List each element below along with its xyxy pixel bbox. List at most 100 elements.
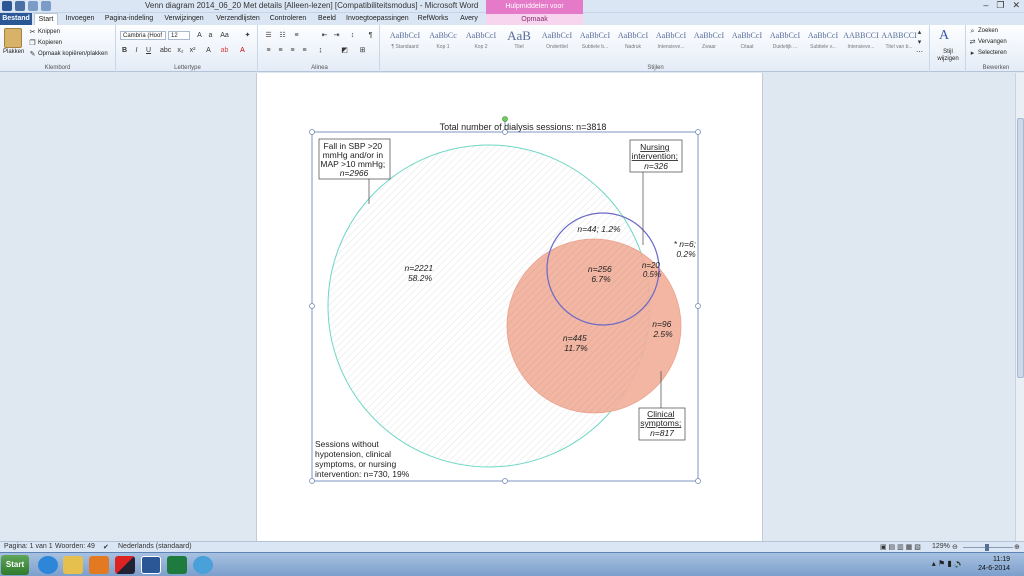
style-item[interactable]: AaB Titel [500,28,538,58]
format-painter-button[interactable]: Opmaak kopiëren/plakken [38,51,108,57]
style-item[interactable]: AaBbCcI Intensieve... [652,28,690,58]
scrollbar-thumb[interactable] [1017,118,1024,378]
text-effects-icon[interactable]: A [204,46,213,55]
redo-icon[interactable] [41,1,51,11]
paste-button[interactable]: Plakken [3,49,24,55]
numbering-icon[interactable]: ☷ [278,31,287,40]
style-item[interactable]: AABBCCI Titel van b... [880,28,918,58]
style-item[interactable]: AaBbCcI Zwaar [690,28,728,58]
replace-button[interactable]: Vervangen [978,39,1007,45]
grow-font-icon[interactable]: A [195,31,204,40]
decrease-indent-icon[interactable]: ⇤ [320,31,329,40]
clear-formatting-icon[interactable]: ✦ [243,31,252,40]
tab-addins[interactable]: Invoegtoepassingen [346,13,409,25]
style-item[interactable]: AaBbCcI Nadruk [614,28,652,58]
bold-icon[interactable]: B [120,46,129,55]
view-buttons[interactable]: ▣ ▤ ▥ ▦ ▧ [880,543,921,551]
style-item[interactable]: AaBbCcI Subtiele b... [576,28,614,58]
style-item[interactable]: AaBbCc Kop 1 [424,28,462,58]
restore-button[interactable]: ❐ [996,0,1004,11]
status-bar: Pagina: 1 van 1 Woorden: 49 ✔ Nederlands… [0,541,1024,552]
tab-refworks[interactable]: RefWorks [415,13,451,25]
gallery-scroll-down-icon[interactable]: ▾ [915,38,924,47]
messenger-icon[interactable] [193,556,213,574]
close-button[interactable]: ✕ [1012,0,1020,11]
align-left-icon[interactable]: ≡ [264,46,273,55]
rotate-handle[interactable] [502,116,508,122]
internet-explorer-icon[interactable] [38,556,58,574]
superscript-icon[interactable]: x² [188,46,197,55]
line-spacing-icon[interactable]: ↨ [316,46,325,55]
copy-button[interactable]: Kopieren [38,40,62,46]
highlight-icon[interactable]: ab [220,46,229,55]
zoom-slider-thumb[interactable] [985,544,989,551]
page-count[interactable]: Pagina: 1 van 1 [4,543,53,550]
find-button[interactable]: Zoeken [978,28,998,34]
gallery-scroll-up-icon[interactable]: ▴ [915,28,924,37]
change-case-icon[interactable]: Aa [220,31,229,40]
tab-page-layout[interactable]: Pagina-indeling [102,13,156,25]
font-color-icon[interactable]: A [238,46,247,55]
tab-format[interactable]: Opmaak [486,13,583,25]
multilevel-list-icon[interactable]: ≡ [292,31,301,40]
save-icon[interactable] [15,1,25,11]
style-item[interactable]: AaBbCcI Subtiele v... [804,28,842,58]
word-count[interactable]: Woorden: 49 [55,543,95,550]
bullets-icon[interactable]: ☰ [264,31,273,40]
font-size-select[interactable]: 12 [168,31,190,40]
taskbar: Start ▴ ⚑ ▮ 🔈 11:19 24-6-2014 [0,552,1024,576]
tab-file[interactable]: Bestand [0,13,32,25]
justify-icon[interactable]: ≡ [300,46,309,55]
gallery-more-icon[interactable]: ⋯ [915,48,924,57]
change-styles-button[interactable]: Stijl wijzigen [932,49,964,63]
tab-avery[interactable]: Avery [456,13,482,25]
borders-icon[interactable]: ⊞ [358,46,367,55]
shading-icon[interactable]: ◩ [340,46,349,55]
align-center-icon[interactable]: ≡ [276,46,285,55]
style-item[interactable]: AaBbCcI Duidelijk ... [766,28,804,58]
tab-mailings[interactable]: Verzendlijsten [213,13,263,25]
cut-button[interactable]: Knippen [38,29,60,35]
subscript-icon[interactable]: x₂ [176,46,185,55]
language-indicator[interactable]: Nederlands (standaard) [118,543,192,550]
style-item[interactable]: AABBCCI Intensieve... [842,28,880,58]
change-styles-icon[interactable]: A [939,28,949,44]
sort-icon[interactable]: ↕ [348,31,357,40]
tab-start[interactable]: Start [34,13,58,25]
excel-icon[interactable] [167,556,187,574]
shrink-font-icon[interactable]: a [206,31,215,40]
increase-indent-icon[interactable]: ⇥ [332,31,341,40]
tab-references[interactable]: Verwijzingen [162,13,206,25]
style-item[interactable]: AaBbCcI Ondertitel [538,28,576,58]
tab-review[interactable]: Controleren [268,13,308,25]
align-right-icon[interactable]: ≡ [288,46,297,55]
undo-icon[interactable] [28,1,38,11]
minimize-button[interactable]: – [983,0,988,11]
style-item[interactable]: AaBbCcI ¶ Standaard [386,28,424,58]
underline-icon[interactable]: U [144,46,153,55]
zoom-out-button[interactable]: ⊖ [952,543,958,551]
strikethrough-icon[interactable]: abc [160,46,171,55]
zoom-level[interactable]: 129% [932,543,950,550]
tab-view[interactable]: Beeld [314,13,340,25]
select-button[interactable]: Selecteren [978,50,1007,56]
zoom-in-button[interactable]: ⊕ [1014,543,1020,551]
file-explorer-icon[interactable] [63,556,83,574]
pilcrow-icon[interactable]: ¶ [366,31,375,40]
outlook-icon[interactable] [89,556,109,574]
style-item[interactable]: AaBbCcI Citaat [728,28,766,58]
word-taskbar-icon[interactable] [141,556,161,574]
clock[interactable]: 11:19 24-6-2014 [978,555,1010,573]
start-button[interactable]: Start [1,555,29,575]
word-app-icon[interactable] [2,1,12,11]
vertical-scrollbar[interactable] [1015,73,1024,541]
paste-icon[interactable] [4,28,22,48]
system-tray[interactable]: ▴ ⚑ ▮ 🔈 [932,559,964,568]
pdf-reader-icon[interactable] [115,556,135,574]
venn-diagram[interactable]: Total number of dialysis sessions: n=381… [257,73,764,541]
tab-insert[interactable]: Invoegen [64,13,96,25]
font-name-select[interactable]: Cambria (Hoof [120,31,166,40]
proofing-icon[interactable]: ✔ [103,543,109,551]
style-item[interactable]: AaBbCcI Kop 2 [462,28,500,58]
italic-icon[interactable]: I [132,46,141,55]
